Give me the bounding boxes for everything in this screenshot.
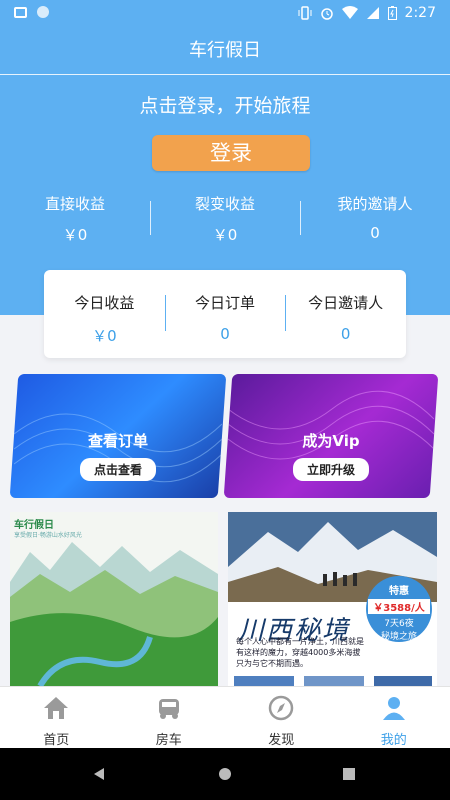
stat-label: 我的邀请人 [337,195,413,213]
tab-label: 发现 [268,733,295,748]
status-time: 2:27 [404,5,436,21]
today-value: 0 [220,325,230,343]
stat-value: ￥0 [62,226,88,244]
today-label: 今日邀请人 [308,294,384,312]
feed-card-sichuan[interactable]: 川西秘境 特惠 ￥3588/人 7天6夜 秘境之旅 每个人心中都有一片净土，川西… [228,512,437,686]
brand-logo: 车行假日 [14,520,54,531]
price-badge: 特惠 ￥3588/人 7天6夜 秘境之旅 [366,576,432,642]
page-title: 车行假日 [189,40,261,61]
back-icon[interactable] [92,767,106,781]
signal-icon [366,7,379,19]
image-icon [14,6,27,18]
become-vip-banner[interactable]: 成为Vip 立即升级 [223,374,439,498]
stat-value: ￥0 [212,226,238,244]
tab-discover[interactable]: 发现 [225,687,338,749]
stat-value: 0 [370,224,380,242]
recents-icon[interactable] [342,767,356,781]
tab-rv[interactable]: 房车 [113,687,226,749]
brand-tagline: 享受假日·畅游山水好风光 [14,532,82,539]
user-icon [382,697,405,720]
today-income: 今日收益 ￥0 [44,270,165,358]
home-circle-icon[interactable] [217,767,233,783]
today-value: ￥0 [92,327,117,345]
badge-price: ￥3588/人 [368,599,430,614]
tab-label: 首页 [43,733,70,748]
system-nav-bar [0,748,450,800]
stat-fission-income: 裂变收益 ￥0 [150,193,300,245]
feed-card-grassland[interactable]: 车行假日 享受假日·畅游山水好风光 [10,512,218,686]
promo-title: 成为Vip [302,432,360,450]
view-orders-banner[interactable]: 查看订单 点击查看 [9,374,227,498]
today-value: 0 [340,325,351,343]
stat-direct-income: 直接收益 ￥0 [0,193,150,245]
login-prompt: 点击登录，开始旅程 [139,95,311,117]
wifi-icon [341,6,358,19]
alarm-icon [320,8,333,20]
badge-subtitle: 秘境之旅 [380,632,417,642]
notification-dot-icon [37,6,49,18]
thumbnail-strip [234,676,432,686]
status-bar: 2:27 [0,0,450,28]
badge-duration: 7天6夜 [384,619,414,629]
vibrate-icon [298,6,312,20]
login-button[interactable]: 登录 [152,135,310,171]
app-header: 车行假日 [0,28,450,75]
view-orders-button[interactable]: 点击查看 [79,458,157,481]
home-icon [44,697,69,719]
promo-title: 查看订单 [87,432,148,450]
tab-home[interactable]: 首页 [0,687,113,749]
rv-icon [158,699,179,719]
hero-stats: 直接收益 ￥0 裂变收益 ￥0 我的邀请人 0 [0,193,450,245]
today-inviters: 今日邀请人 0 [285,270,406,358]
battery-icon [387,6,397,20]
upgrade-button[interactable]: 立即升级 [292,458,370,481]
compass-icon [269,695,294,721]
stat-label: 直接收益 [44,195,105,213]
today-label: 今日收益 [74,294,135,312]
today-label: 今日订单 [195,294,256,312]
today-orders: 今日订单 0 [164,270,286,358]
today-summary-card: 今日收益 ￥0 今日订单 0 今日邀请人 0 [44,270,406,358]
tab-label: 房车 [155,733,182,748]
destination-description: 每个人心中都有一片净土，川西就是有这样的魔力，穿越4000多米海拔只为与它不期而… [236,637,364,668]
badge-tag: 特惠 [389,586,409,597]
tab-label: 我的 [380,733,407,748]
bottom-tab-bar: 首页 房车 发现 我的 [0,686,450,749]
tab-mine[interactable]: 我的 [338,687,450,749]
stat-label: 裂变收益 [194,195,255,213]
stat-my-inviter: 我的邀请人 0 [300,193,450,245]
